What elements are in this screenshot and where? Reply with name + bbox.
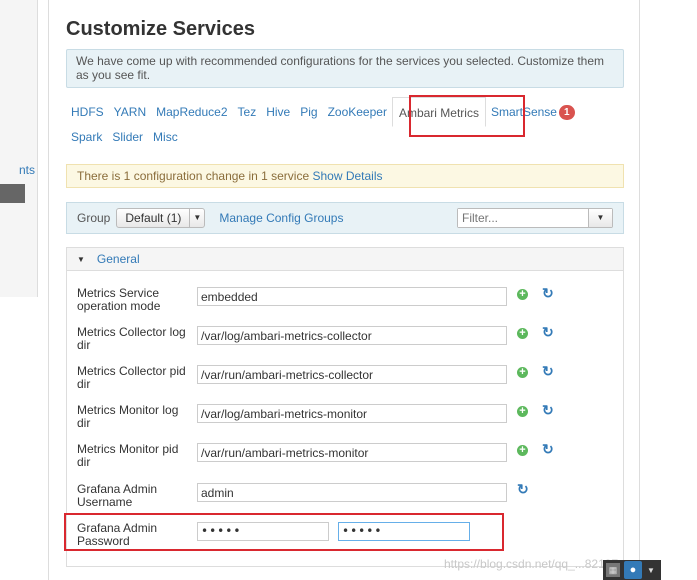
caret-down-icon[interactable]: ▼ <box>647 566 655 575</box>
collector-log-dir-input[interactable] <box>197 326 507 345</box>
left-sidebar: nts <box>0 0 38 297</box>
smartsense-badge: 1 <box>558 105 575 120</box>
field-label: Metrics Monitor log dir <box>77 403 179 430</box>
tab-tez[interactable]: Tez <box>233 97 262 127</box>
tab-zookeeper[interactable]: ZooKeeper <box>323 97 392 127</box>
add-icon[interactable]: + <box>517 289 528 300</box>
sidebar-active-item[interactable] <box>0 184 25 203</box>
collapse-caret-icon[interactable]: ▼ <box>77 255 85 264</box>
refresh-icon[interactable]: ↻ <box>517 482 529 496</box>
config-change-warning: There is 1 configuration change in 1 ser… <box>66 164 624 188</box>
watermark: https://blog.csdn.net/qq_...82197 <box>444 557 619 571</box>
floating-toolbar[interactable]: ▦ ● ▼ <box>603 560 661 580</box>
page-title: Customize Services <box>66 18 255 40</box>
tab-spark[interactable]: Spark <box>66 122 107 152</box>
refresh-icon[interactable]: ↻ <box>542 403 554 417</box>
operation-mode-input[interactable] <box>197 287 507 306</box>
add-icon[interactable]: + <box>517 406 528 417</box>
tab-hive[interactable]: Hive <box>261 97 295 127</box>
grid-icon[interactable]: ▦ <box>606 563 620 577</box>
user-icon[interactable]: ● <box>624 561 642 579</box>
warning-text: There is 1 configuration change in 1 ser… <box>77 169 310 183</box>
field-label: Metrics Collector pid dir <box>77 364 186 391</box>
collector-pid-dir-input[interactable] <box>197 365 507 384</box>
service-tabs: HDFS YARN MapReduce2 Tez Hive Pig ZooKee… <box>66 97 624 152</box>
field-label: Metrics Service operation mode <box>77 286 161 313</box>
highlight-box-password <box>64 513 504 551</box>
refresh-icon[interactable]: ↻ <box>542 442 554 456</box>
field-label: Metrics Monitor pid dir <box>77 442 179 469</box>
main-content: Customize Services We have come up with … <box>48 0 640 580</box>
group-select[interactable]: Default (1) ▼ <box>116 208 206 228</box>
sidebar-partial-link[interactable]: nts <box>19 163 35 177</box>
group-select-value[interactable]: Default (1) <box>117 209 191 227</box>
add-icon[interactable]: + <box>517 367 528 378</box>
config-group-bar: Group Default (1) ▼ Manage Config Groups… <box>66 202 624 234</box>
section-title[interactable]: General <box>97 252 140 266</box>
manage-config-groups-link[interactable]: Manage Config Groups <box>219 211 343 225</box>
tab-pig[interactable]: Pig <box>295 97 322 127</box>
tab-misc[interactable]: Misc <box>148 122 183 152</box>
general-section-header[interactable]: ▼ General <box>67 248 623 271</box>
refresh-icon[interactable]: ↻ <box>542 286 554 300</box>
info-message: We have come up with recommended configu… <box>66 49 624 88</box>
show-details-link[interactable]: Show Details <box>312 169 382 183</box>
add-icon[interactable]: + <box>517 328 528 339</box>
monitor-pid-dir-input[interactable] <box>197 443 507 462</box>
filter-control: ▼ <box>457 208 613 228</box>
monitor-log-dir-input[interactable] <box>197 404 507 423</box>
field-label: Grafana Admin Username <box>77 482 158 509</box>
filter-caret-down-icon[interactable]: ▼ <box>588 209 612 227</box>
filter-input[interactable] <box>458 209 588 227</box>
grafana-username-input[interactable] <box>197 483 507 502</box>
refresh-icon[interactable]: ↻ <box>542 325 554 339</box>
refresh-icon[interactable]: ↻ <box>542 364 554 378</box>
add-icon[interactable]: + <box>517 445 528 456</box>
highlight-box-tab <box>409 95 525 137</box>
group-label: Group <box>77 211 111 225</box>
caret-down-icon[interactable]: ▼ <box>190 209 204 227</box>
tab-slider[interactable]: Slider <box>107 122 148 152</box>
field-label: Metrics Collector log dir <box>77 325 186 352</box>
